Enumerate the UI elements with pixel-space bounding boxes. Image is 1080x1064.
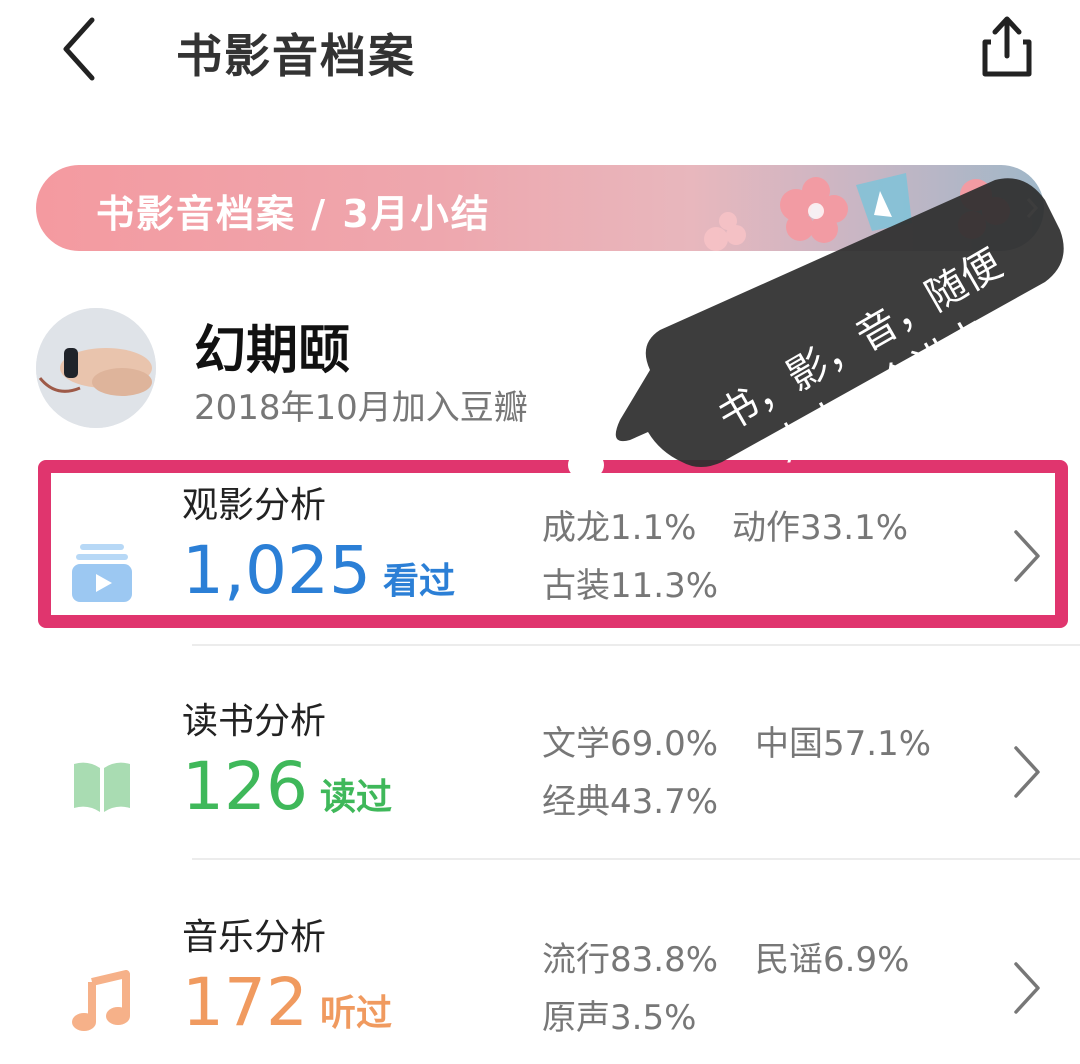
highlight-pointer-dot <box>568 452 604 478</box>
share-button[interactable] <box>975 12 1039 82</box>
page-title: 书影音档案 <box>176 29 416 83</box>
join-date: 2018年10月加入豆瓣 <box>194 388 528 428</box>
music-analysis-card[interactable]: 音乐分析 172 听过 流行83.8% 民谣6.9% 原声3.5% <box>0 884 1080 1064</box>
user-name: 幻期颐 <box>194 321 351 381</box>
divider <box>192 858 1080 860</box>
music-count-number: 172 <box>182 964 308 1041</box>
avatar[interactable] <box>36 308 156 428</box>
music-note-icon <box>72 970 130 1031</box>
music-tag: 流行83.8% <box>542 940 719 980</box>
music-count: 172 听过 <box>182 964 392 1041</box>
monthly-summary-banner[interactable]: 书影音档案 / 3月小结 <box>36 165 1044 251</box>
book-count-number: 126 <box>182 748 308 825</box>
annotation-line-2: 点击一个进去 <box>767 310 998 471</box>
music-tag: 民谣6.9% <box>755 940 910 980</box>
chevron-right-icon <box>1014 746 1040 798</box>
share-icon <box>982 16 1032 77</box>
chevron-left-icon <box>63 17 95 81</box>
book-analysis-title: 读书分析 <box>182 701 327 742</box>
music-analysis-title: 音乐分析 <box>182 917 327 958</box>
book-tag: 经典43.7% <box>542 782 719 822</box>
book-analysis-card[interactable]: 读书分析 126 读过 文学69.0% 中国57.1% 经典43.7% <box>0 668 1080 868</box>
divider <box>192 644 1080 646</box>
music-tag: 原声3.5% <box>542 998 697 1038</box>
book-tag: 文学69.0% <box>542 724 719 764</box>
hands-photo-icon <box>36 308 156 428</box>
chevron-right-icon <box>1014 962 1040 1014</box>
flower-decoration-icon <box>704 173 1039 251</box>
book-count: 126 读过 <box>182 748 392 825</box>
book-count-unit: 读过 <box>319 777 392 818</box>
banner-title: 书影音档案 / 3月小结 <box>96 192 491 236</box>
book-tag: 中国57.1% <box>755 724 932 764</box>
back-button[interactable] <box>50 14 110 84</box>
annotation-line-1: 书，影，音，随便 <box>710 240 1011 441</box>
highlight-box <box>38 460 1068 628</box>
music-count-unit: 听过 <box>319 993 392 1034</box>
book-icon <box>74 762 130 812</box>
top-bar: 书影音档案 <box>0 0 1080 110</box>
